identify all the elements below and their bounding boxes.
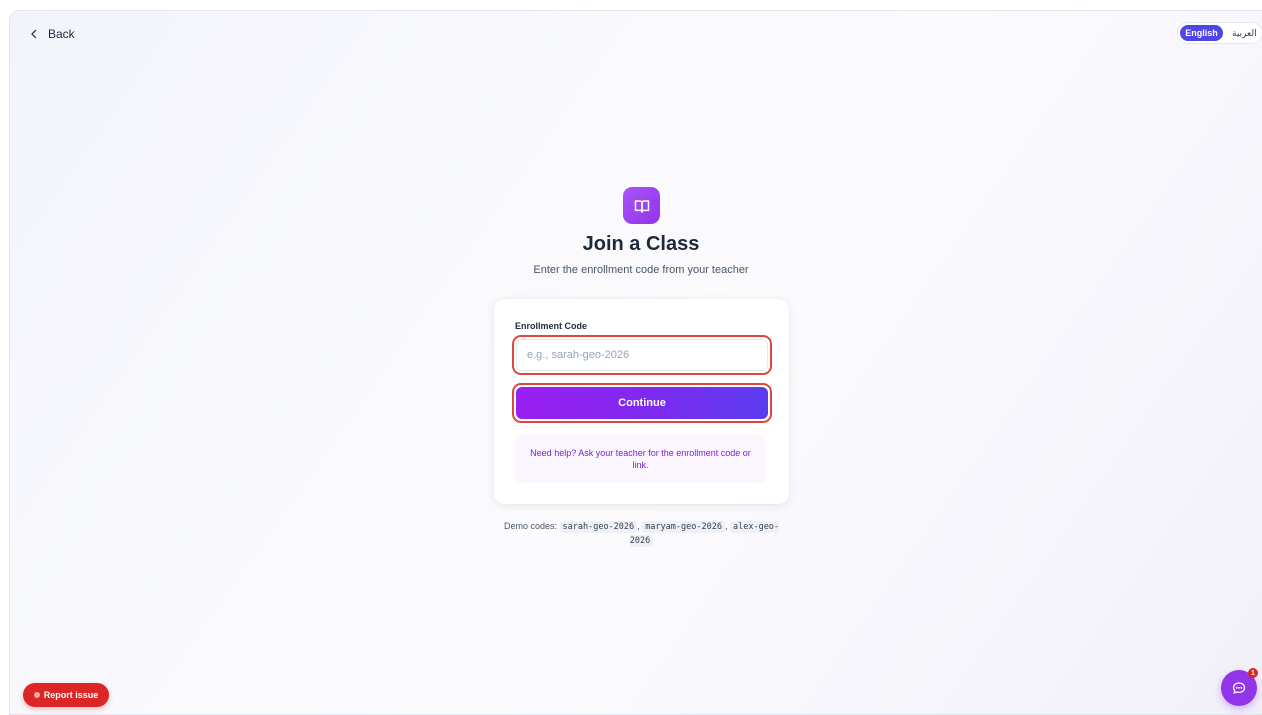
language-switcher: English العربية [1177, 22, 1262, 44]
demo-codes-prefix: Demo codes: [503, 521, 557, 531]
bug-icon [33, 692, 40, 698]
page-title: Join a Class [582, 233, 700, 255]
report-issue-button[interactable]: Report issue [23, 683, 109, 707]
demo-separator: , [724, 521, 728, 531]
language-arabic-button[interactable]: العربية [1225, 25, 1262, 41]
help-note: Need help? Ask your teacher for the enro… [515, 435, 766, 483]
book-open-icon [623, 187, 660, 224]
demo-separator: , [637, 521, 640, 531]
help-text: Need help? Ask your teacher for the enro… [530, 447, 751, 470]
demo-code: sarah-geo-2026 [559, 521, 638, 533]
back-button[interactable]: Back [28, 27, 75, 41]
language-english-button[interactable]: English [1180, 25, 1223, 41]
enrollment-code-input[interactable] [516, 339, 768, 371]
continue-button[interactable]: Continue [516, 387, 768, 419]
button-highlight-ring: Continue [512, 383, 772, 423]
notification-badge: 1 [1248, 668, 1258, 678]
page-subtitle: Enter the enrollment code from your teac… [533, 264, 749, 276]
report-issue-label: Report issue [43, 690, 99, 700]
back-label: Back [48, 27, 75, 41]
enrollment-code-label: Enrollment Code [515, 321, 588, 331]
chat-bubble-icon [1232, 682, 1246, 694]
input-highlight-ring [512, 335, 772, 375]
demo-code: maryam-geo-2026 [642, 521, 725, 533]
enrollment-card: Enrollment Code Continue Need help? Ask … [494, 299, 789, 504]
demo-codes: Demo codes: sarah-geo-2026, maryam-geo-2… [494, 520, 789, 548]
chevron-left-icon [31, 29, 37, 39]
